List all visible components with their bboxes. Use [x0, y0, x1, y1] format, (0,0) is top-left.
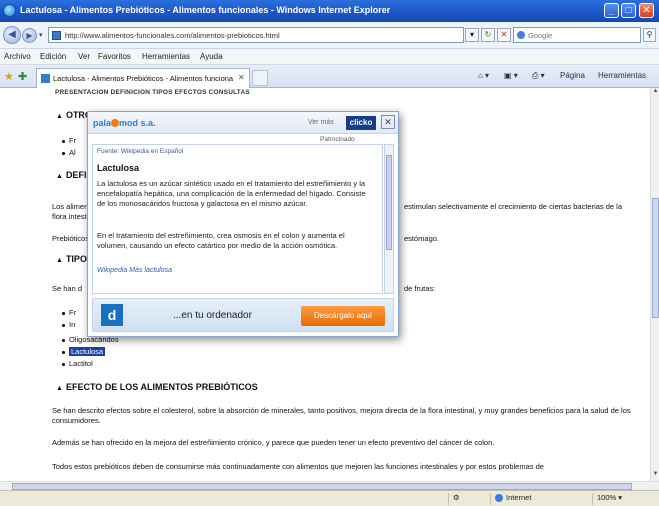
- minimize-button[interactable]: _: [604, 3, 619, 18]
- popup-close-icon[interactable]: ✕: [381, 115, 395, 129]
- menu-bar: Archivo Edición Ver Favoritos Herramient…: [0, 49, 659, 65]
- refresh-icon[interactable]: ↻: [481, 28, 495, 42]
- menu-ayuda[interactable]: Ayuda: [200, 52, 223, 61]
- feeds-icon[interactable]: ▣ ▾: [504, 71, 518, 80]
- menu-herramientas[interactable]: Herramientas: [142, 52, 190, 61]
- scroll-down-icon[interactable]: ▼: [651, 471, 659, 480]
- scroll-up-icon[interactable]: ▲: [651, 88, 659, 97]
- globe-icon: [495, 494, 503, 503]
- ie-logo-icon: [3, 4, 16, 17]
- popup-definition-2: En el tratamiento del estreñimiento, cre…: [97, 231, 345, 250]
- print-icon[interactable]: ⎙ ▾: [532, 71, 545, 81]
- download-button[interactable]: Descárgalo aquí: [301, 306, 385, 326]
- menu-edicion[interactable]: Edición: [40, 52, 66, 61]
- back-button[interactable]: ◀: [3, 26, 21, 44]
- favorites-star-icon[interactable]: ★: [4, 70, 14, 83]
- home-icon[interactable]: ⌂ ▾: [478, 71, 489, 80]
- prebiotics-text-right: estómago.: [404, 234, 440, 243]
- site-navigation[interactable]: PRESENTACION DEFINICION TIPOS EFECTOS CO…: [55, 89, 250, 96]
- add-favorite-icon[interactable]: ✚: [18, 70, 27, 83]
- security-zone: Internet: [490, 493, 590, 505]
- brand-logo-icon: [111, 119, 120, 127]
- banner-text: ...en tu ordenador: [173, 310, 252, 321]
- definition-text-right: estimulan selectivamente el crecimiento …: [404, 202, 623, 211]
- menu-archivo[interactable]: Archivo: [4, 52, 31, 61]
- click-button[interactable]: clicko: [346, 116, 376, 130]
- popup-scrollbar[interactable]: [384, 144, 394, 294]
- history-dropdown-icon[interactable]: ▾: [39, 31, 43, 39]
- list-item: Al: [62, 148, 76, 157]
- effects-paragraph-3: Todos estos prebióticos deben de consumi…: [52, 462, 544, 471]
- window-title: Lactulosa - Alimentos Prebióticos - Alim…: [20, 5, 391, 15]
- protected-mode-icon: ⚙: [448, 493, 488, 505]
- menu-favoritos[interactable]: Favoritos: [98, 52, 131, 61]
- maximize-button[interactable]: □: [621, 3, 636, 18]
- popup-source[interactable]: Fuente: Wikipedia en Español: [97, 148, 183, 155]
- popup-term: Lactulosa: [97, 163, 140, 173]
- popup-body: Fuente: Wikipedia en Español Lactulosa L…: [92, 144, 383, 294]
- scroll-thumb[interactable]: [652, 198, 659, 318]
- ver-mas-link[interactable]: Ver más: [308, 119, 334, 126]
- prebiotics-text-left: Prebióticos: [52, 234, 90, 243]
- stop-icon[interactable]: ✕: [497, 28, 511, 42]
- address-bar[interactable]: http://www.alimentos-funcionales.com/ali…: [48, 27, 464, 43]
- address-dropdown-icon[interactable]: ▾: [465, 28, 479, 42]
- horizontal-scroll-thumb[interactable]: [12, 483, 632, 490]
- vertical-scrollbar[interactable]: ▲ ▼: [650, 88, 659, 481]
- popup-scroll-thumb[interactable]: [386, 155, 392, 250]
- forward-button[interactable]: ▶: [22, 28, 37, 43]
- tab-page-icon: [41, 74, 50, 83]
- types-text-right: de frutas:: [404, 284, 436, 293]
- popup-banner: d ...en tu ordenador Descárgalo aquí: [92, 298, 394, 332]
- zoom-level[interactable]: 100% ▾: [592, 493, 656, 505]
- popup-header: pala mod s.a. Ver más clicko ✕: [88, 112, 398, 134]
- popup-sponsored[interactable]: Patrocinado: [320, 136, 355, 143]
- list-item: In: [62, 320, 75, 329]
- page-icon: [52, 31, 61, 40]
- search-input[interactable]: Google: [513, 27, 641, 43]
- tab-bar: ★ ✚ Lactulosa - Alimentos Prebióticos - …: [0, 65, 659, 88]
- tab-label: Lactulosa - Alimentos Prebióticos - Alim…: [53, 74, 233, 83]
- address-toolbar: ◀ ▶ ▾ http://www.alimentos-funcionales.c…: [0, 22, 659, 49]
- effects-paragraph-1: Se han descrito efectos sobre el coleste…: [52, 406, 631, 425]
- popup-brand: pala mod s.a.: [93, 118, 156, 128]
- definition-text-left-2: flora intestinal: [52, 212, 99, 221]
- horizontal-scrollbar[interactable]: [0, 481, 659, 490]
- address-url[interactable]: http://www.alimentos-funcionales.com/ali…: [65, 31, 280, 40]
- title-bar: Lactulosa - Alimentos Prebióticos - Alim…: [0, 0, 659, 22]
- popup-more-link[interactable]: Wikipedia Más lactulosa: [97, 267, 172, 274]
- tab-close-icon[interactable]: ✕: [238, 73, 245, 82]
- list-item: Fr: [62, 136, 76, 145]
- page-menu[interactable]: Página: [560, 71, 585, 80]
- list-item: Fr: [62, 308, 76, 317]
- types-text-left: Se han d: [52, 284, 83, 293]
- search-provider-icon: [517, 31, 525, 39]
- search-placeholder: Google: [528, 31, 553, 40]
- d-logo-icon: d: [101, 304, 123, 326]
- popup-definition-1: La lactulosa es un azúcar sintético usad…: [97, 179, 366, 208]
- search-icon[interactable]: ⚲: [643, 28, 656, 42]
- list-item-selected: Lactulosa: [62, 347, 106, 356]
- close-button[interactable]: ✕: [639, 3, 654, 18]
- tab-active[interactable]: Lactulosa - Alimentos Prebióticos - Alim…: [36, 68, 250, 88]
- new-tab-button[interactable]: [252, 70, 268, 86]
- heading-efecto: ▲ EFECTO DE LOS ALIMENTOS PREBIÓTICOS: [56, 382, 258, 392]
- menu-ver[interactable]: Ver: [78, 52, 90, 61]
- status-bar: ⚙ Internet 100% ▾: [0, 490, 659, 506]
- effects-paragraph-2: Además se han ofrecido en la mejora del …: [52, 438, 495, 447]
- list-item: Lactitol: [62, 359, 93, 368]
- tools-menu[interactable]: Herramientas: [598, 71, 646, 80]
- definition-popup: pala mod s.a. Ver más clicko ✕ Patrocinad…: [87, 111, 399, 337]
- definition-text-left: Los alimentos prebióticos son: [52, 202, 151, 211]
